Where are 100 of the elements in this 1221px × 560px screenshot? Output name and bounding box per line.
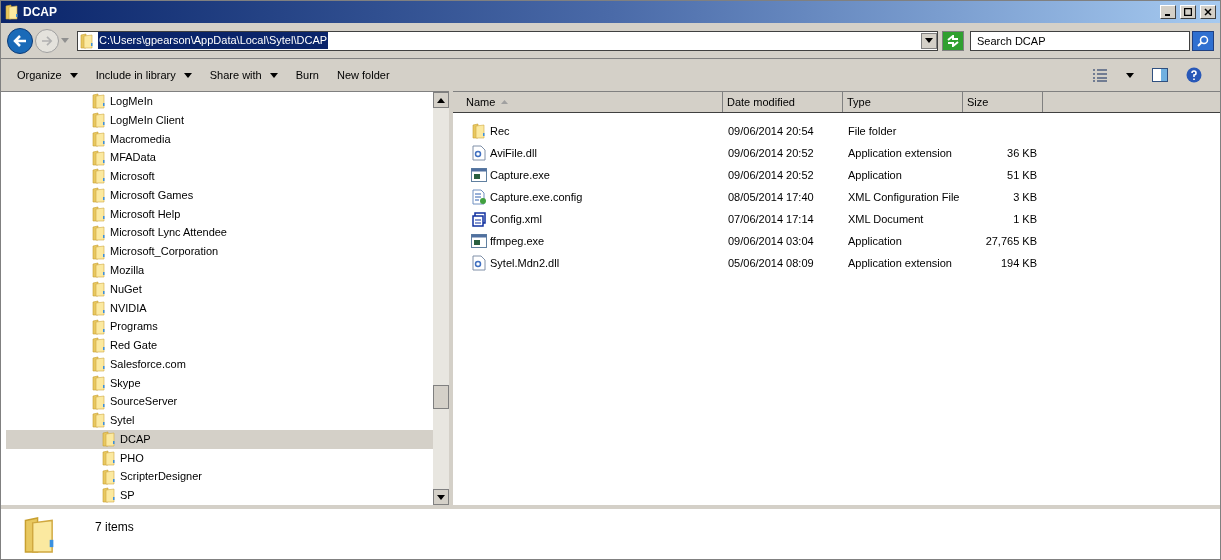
tree-item[interactable]: Mozilla [6,260,433,280]
column-header[interactable]: Date modified [723,92,843,112]
folder-icon [80,32,94,49]
refresh-icon [946,34,960,47]
file-type: XML Document [848,212,924,225]
file-name: Capture.exe [490,167,550,183]
file-name: Sytel.Mdn2.dll [490,255,560,271]
tree-item[interactable]: ScripterDesigner [6,467,433,487]
tree-item[interactable]: Skype [6,373,433,393]
tree-item[interactable]: Red Gate [6,335,433,355]
tree-item[interactable]: NuGet [6,279,433,299]
tree-item[interactable]: Microsoft [6,167,433,186]
folder-icon [92,393,106,410]
tree-item[interactable]: Salesforce.com [6,354,433,374]
folder-icon [102,468,116,485]
tree-item[interactable]: Macromedia [6,129,433,149]
tree-item[interactable]: Microsoft Help [6,204,433,224]
tree-item[interactable]: PHO [6,448,433,468]
toolbar-button[interactable]: Include in library [95,66,192,84]
folder-icon [92,112,106,129]
scroll-thumb[interactable] [433,385,449,409]
file-row[interactable]: AviFile.dll 09/06/2014 20:52 Application extension 36 KB [453,142,1220,164]
toolbar-button[interactable]: New folder [336,66,390,84]
date-modified: 05/06/2014 08:09 [728,256,814,269]
folder-icon [472,123,486,139]
column-header[interactable]: Type [843,92,963,112]
view-list-icon[interactable] [1092,68,1108,82]
tree-item[interactable]: DCAP [6,429,433,449]
file-name: Capture.exe.config [490,189,583,205]
file-type: XML Configuration File [848,190,960,203]
folder-icon [92,224,106,241]
folder-icon [92,412,106,429]
folder-icon [92,130,106,147]
window-file-icon [471,168,487,182]
tree-item[interactable]: SP [6,486,433,505]
column-header[interactable]: Size [963,92,1043,112]
folder-icon [92,168,106,185]
file-row[interactable]: Capture.exe 09/06/2014 20:52 Application 51 KB [453,164,1220,186]
tree-item[interactable]: Microsoft Games [6,185,433,205]
file-name: Rec [490,123,510,139]
window-file-icon [471,234,487,248]
folder-icon [102,487,116,504]
tree-item[interactable]: LogMeIn [6,92,433,111]
tree-item[interactable]: NVIDIA [6,298,433,318]
tree-item[interactable]: Programs [6,317,433,336]
close-button[interactable] [1200,5,1216,19]
file-name: AviFile.dll [490,145,537,161]
back-button[interactable] [7,27,33,54]
date-modified: 09/06/2014 03:04 [728,234,814,247]
file-row[interactable]: Config.xml 07/06/2014 17:14 XML Document 1 KB [453,208,1220,230]
file-row[interactable]: ffmpeg.exe 09/06/2014 03:04 Application 27,765 KB [453,230,1220,252]
gear-file-icon [472,145,486,161]
date-modified: 08/05/2014 17:40 [728,190,814,203]
tree-item[interactable]: Microsoft_Corporation [6,242,433,261]
folder-icon [92,318,106,335]
file-size: 1 KB [1013,211,1037,227]
maximize-icon [1184,8,1192,16]
folder-icon [92,93,106,110]
tree-item[interactable]: Microsoft Lync Attendee [6,223,433,243]
help-icon[interactable] [1186,67,1202,83]
document-icon [472,211,486,227]
item-count: 7 items [95,519,134,536]
tree-item[interactable]: SourceServer [6,392,433,411]
toolbar-button[interactable]: Organize [17,66,78,84]
file-size: 194 KB [1000,255,1037,271]
minimize-button[interactable] [1160,5,1176,19]
file-name: ffmpeg.exe [490,233,545,249]
preview-pane-icon[interactable] [1152,68,1168,82]
column-header[interactable]: Name [453,92,723,112]
file-row[interactable]: Sytel.Mdn2.dll 05/06/2014 08:09 Application extension 194 KB [453,252,1220,274]
up-arrow-icon[interactable] [437,97,445,103]
file-name: Config.xml [490,211,542,227]
back-arrow-icon [13,34,27,47]
toolbar-button[interactable]: Share with [209,66,278,84]
close-icon [1204,8,1212,16]
file-type: File folder [848,124,897,137]
refresh-button[interactable] [942,30,964,51]
document-gear-icon [471,189,487,205]
search-button[interactable] [1192,30,1214,51]
date-modified: 09/06/2014 20:52 [728,168,814,181]
folder-icon [92,356,106,373]
file-type: Application [848,168,902,181]
file-row[interactable]: Capture.exe.config 08/05/2014 17:40 XML Configuration File 3 KB [453,186,1220,208]
address-field[interactable]: C:\Users\gpearson\AppData\Local\Sytel\DCAP [77,30,938,51]
gear-file-icon [472,255,486,271]
maximize-button[interactable] [1180,5,1196,19]
file-size: 36 KB [1007,145,1037,161]
dropdown-button[interactable] [921,32,937,49]
file-size: 51 KB [1007,167,1037,183]
scroll-bar[interactable] [433,92,449,505]
folder-icon [92,187,106,204]
search-field[interactable]: Search DCAP [970,30,1190,51]
tree-item[interactable]: Sytel [6,411,433,430]
toolbar-button[interactable]: Burn [295,66,319,84]
tree-item[interactable]: LogMeIn Client [6,110,433,130]
file-type: Application extension [848,146,952,159]
caret-icon [437,494,445,500]
tree-item[interactable]: MFAData [6,148,433,168]
file-size: 3 KB [1013,189,1037,205]
file-row[interactable]: Rec 09/06/2014 20:54 File folder [453,120,1220,142]
